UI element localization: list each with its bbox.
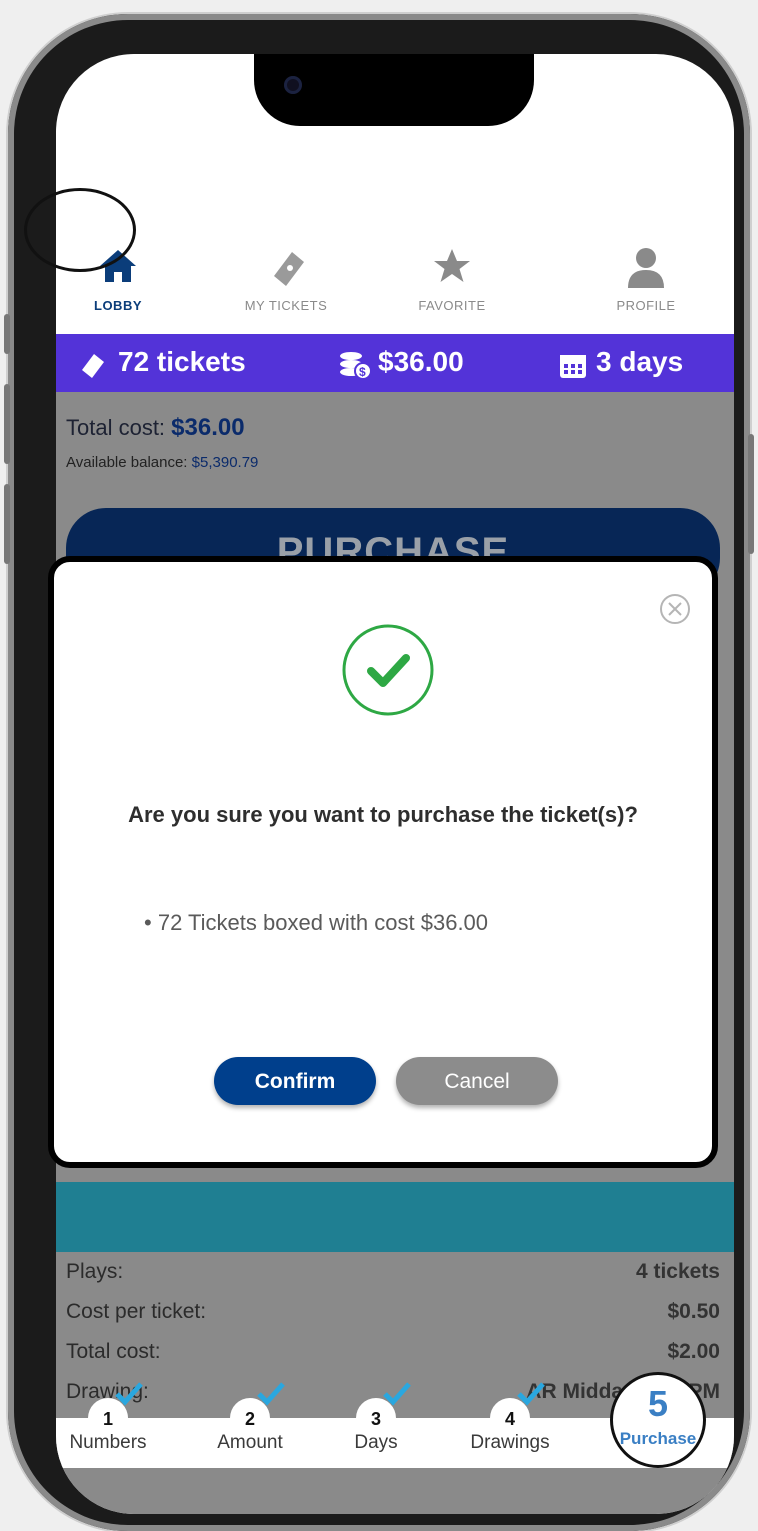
step-purchase[interactable]: 5 Purchase <box>610 1372 706 1468</box>
confirm-dialog: Are you sure you want to purchase the ti… <box>48 556 718 1168</box>
check-icon <box>517 1382 545 1406</box>
summary-cost: $36.00 <box>378 346 464 377</box>
step-amount[interactable]: 2 Amount <box>190 1378 310 1468</box>
nav-favorite-label: FAVORITE <box>418 298 486 313</box>
detail-label: Total cost: <box>66 1340 161 1363</box>
notch <box>254 54 534 126</box>
detail-row: Plays: 4 tickets <box>66 1260 720 1300</box>
step-label: Amount <box>217 1432 283 1453</box>
detail-value: $0.50 <box>667 1300 720 1323</box>
step-numbers[interactable]: 1 Numbers <box>56 1378 168 1468</box>
ticket-icon <box>274 252 304 286</box>
step-label: Purchase <box>619 1429 697 1448</box>
total-cost-value: $36.00 <box>171 414 245 441</box>
detail-row: Cost per ticket: $0.50 <box>66 1300 720 1340</box>
step-label: Drawings <box>470 1432 550 1453</box>
confirm-button[interactable]: Confirm <box>214 1057 376 1105</box>
step-label: Numbers <box>69 1432 147 1453</box>
detail-value: 4 tickets <box>635 1260 720 1283</box>
nav-lobby-label: LOBBY <box>94 298 142 313</box>
detail-label: Cost per ticket: <box>66 1300 207 1323</box>
check-icon <box>115 1382 143 1406</box>
check-icon <box>383 1382 411 1406</box>
lobby-highlight-ring <box>24 188 136 272</box>
pick-header <box>56 1182 734 1252</box>
volume-down-button <box>4 484 10 564</box>
volume-up-button <box>4 384 10 464</box>
total-cost-label: Total cost: <box>66 415 166 440</box>
summary-bar: 72 tickets $ $36.00 3 days <box>56 334 734 392</box>
step-number: 5 <box>647 1383 669 1424</box>
nav-my-tickets-label: MY TICKETS <box>244 298 328 313</box>
purchase-summary-text: 72 Tickets boxed with cost $36.00 <box>157 910 489 935</box>
calendar-icon <box>560 355 586 378</box>
tickets-icon <box>82 354 104 378</box>
nav-favorite[interactable]: FAVORITE <box>392 222 512 334</box>
nav-profile-label: PROFILE <box>616 298 676 313</box>
step-label: Days <box>354 1432 398 1453</box>
cancel-button[interactable]: Cancel <box>396 1057 558 1105</box>
summary-days: 3 days <box>596 346 684 377</box>
detail-value: $2.00 <box>667 1340 720 1363</box>
top-nav: LOBBY MY TICKETS FAVORITE PROFILE <box>56 222 734 334</box>
silent-switch <box>4 314 10 354</box>
money-icon: $ <box>340 352 372 380</box>
user-icon <box>628 248 664 288</box>
nav-my-tickets[interactable]: MY TICKETS <box>226 222 346 334</box>
power-button <box>748 434 754 554</box>
step-drawings[interactable]: 4 Drawings <box>450 1378 570 1468</box>
summary-tickets: 72 tickets <box>118 346 246 377</box>
total-cost: Total cost: $36.00 <box>66 414 245 442</box>
step-days[interactable]: 3 Days <box>316 1378 436 1468</box>
camera-icon <box>284 76 302 94</box>
purchase-summary-item: • 72 Tickets boxed with cost $36.00 <box>144 910 489 935</box>
nav-profile[interactable]: PROFILE <box>586 222 706 334</box>
detail-label: Plays: <box>66 1260 124 1283</box>
star-icon <box>434 249 470 282</box>
available-balance: Available balance: $5,390.79 <box>66 454 258 471</box>
balance-label: Available balance: <box>66 454 188 471</box>
success-check-icon <box>342 624 434 716</box>
close-icon[interactable] <box>658 592 692 626</box>
confirm-question: Are you sure you want to purchase the ti… <box>128 802 638 827</box>
svg-text:$: $ <box>359 365 366 379</box>
detail-row: Total cost: $2.00 <box>66 1340 720 1380</box>
balance-value: $5,390.79 <box>191 454 259 471</box>
check-icon <box>257 1382 285 1406</box>
